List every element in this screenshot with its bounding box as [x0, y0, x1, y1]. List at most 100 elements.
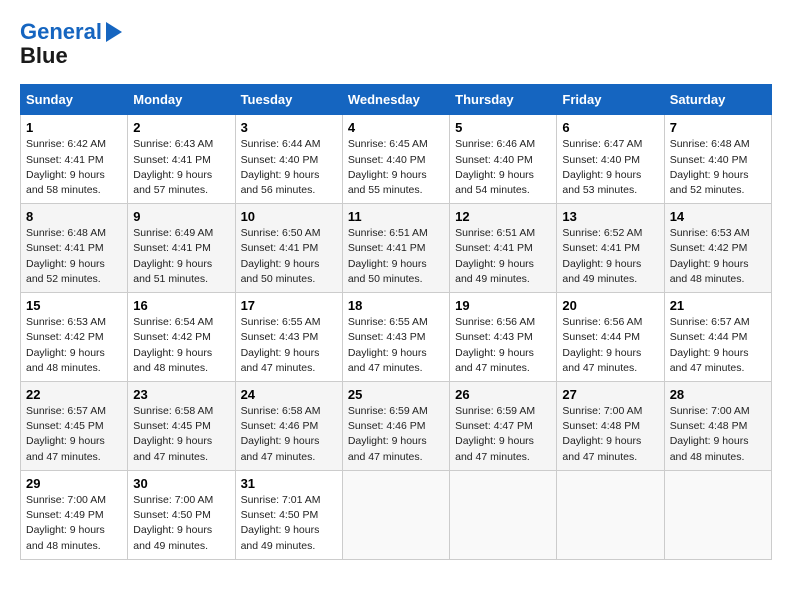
day-info: Sunrise: 6:58 AMSunset: 4:45 PMDaylight:… — [133, 405, 213, 463]
calendar-cell: 22 Sunrise: 6:57 AMSunset: 4:45 PMDaylig… — [21, 382, 128, 471]
day-info: Sunrise: 7:01 AMSunset: 4:50 PMDaylight:… — [241, 494, 321, 552]
calendar-cell — [557, 470, 664, 559]
calendar-week-3: 15 Sunrise: 6:53 AMSunset: 4:42 PMDaylig… — [21, 293, 772, 382]
calendar-cell: 23 Sunrise: 6:58 AMSunset: 4:45 PMDaylig… — [128, 382, 235, 471]
calendar-cell: 27 Sunrise: 7:00 AMSunset: 4:48 PMDaylig… — [557, 382, 664, 471]
day-number: 19 — [455, 298, 551, 313]
day-info: Sunrise: 6:57 AMSunset: 4:45 PMDaylight:… — [26, 405, 106, 463]
calendar-cell: 7 Sunrise: 6:48 AMSunset: 4:40 PMDayligh… — [664, 115, 771, 204]
day-number: 20 — [562, 298, 658, 313]
day-info: Sunrise: 7:00 AMSunset: 4:48 PMDaylight:… — [562, 405, 642, 463]
calendar-cell: 4 Sunrise: 6:45 AMSunset: 4:40 PMDayligh… — [342, 115, 449, 204]
day-info: Sunrise: 6:55 AMSunset: 4:43 PMDaylight:… — [241, 316, 321, 374]
day-info: Sunrise: 6:43 AMSunset: 4:41 PMDaylight:… — [133, 138, 213, 196]
day-number: 14 — [670, 209, 766, 224]
calendar-week-1: 1 Sunrise: 6:42 AMSunset: 4:41 PMDayligh… — [21, 115, 772, 204]
day-info: Sunrise: 6:42 AMSunset: 4:41 PMDaylight:… — [26, 138, 106, 196]
day-info: Sunrise: 6:56 AMSunset: 4:43 PMDaylight:… — [455, 316, 535, 374]
calendar-cell: 16 Sunrise: 6:54 AMSunset: 4:42 PMDaylig… — [128, 293, 235, 382]
logo: General Blue — [20, 20, 122, 68]
weekday-header-monday: Monday — [128, 85, 235, 115]
day-number: 2 — [133, 120, 229, 135]
day-number: 9 — [133, 209, 229, 224]
day-info: Sunrise: 6:53 AMSunset: 4:42 PMDaylight:… — [670, 227, 750, 285]
day-info: Sunrise: 6:56 AMSunset: 4:44 PMDaylight:… — [562, 316, 642, 374]
day-number: 12 — [455, 209, 551, 224]
day-number: 3 — [241, 120, 337, 135]
day-info: Sunrise: 6:58 AMSunset: 4:46 PMDaylight:… — [241, 405, 321, 463]
day-number: 13 — [562, 209, 658, 224]
day-number: 6 — [562, 120, 658, 135]
day-info: Sunrise: 6:51 AMSunset: 4:41 PMDaylight:… — [455, 227, 535, 285]
day-number: 27 — [562, 387, 658, 402]
page-header: General Blue — [20, 20, 772, 68]
calendar-cell: 15 Sunrise: 6:53 AMSunset: 4:42 PMDaylig… — [21, 293, 128, 382]
calendar-cell: 3 Sunrise: 6:44 AMSunset: 4:40 PMDayligh… — [235, 115, 342, 204]
day-info: Sunrise: 6:46 AMSunset: 4:40 PMDaylight:… — [455, 138, 535, 196]
calendar-cell: 11 Sunrise: 6:51 AMSunset: 4:41 PMDaylig… — [342, 204, 449, 293]
day-number: 7 — [670, 120, 766, 135]
calendar-cell: 1 Sunrise: 6:42 AMSunset: 4:41 PMDayligh… — [21, 115, 128, 204]
weekday-header-saturday: Saturday — [664, 85, 771, 115]
day-number: 16 — [133, 298, 229, 313]
day-info: Sunrise: 6:53 AMSunset: 4:42 PMDaylight:… — [26, 316, 106, 374]
day-info: Sunrise: 6:52 AMSunset: 4:41 PMDaylight:… — [562, 227, 642, 285]
day-number: 29 — [26, 476, 122, 491]
day-info: Sunrise: 6:49 AMSunset: 4:41 PMDaylight:… — [133, 227, 213, 285]
day-info: Sunrise: 6:50 AMSunset: 4:41 PMDaylight:… — [241, 227, 321, 285]
weekday-header-sunday: Sunday — [21, 85, 128, 115]
calendar-cell: 20 Sunrise: 6:56 AMSunset: 4:44 PMDaylig… — [557, 293, 664, 382]
calendar-cell: 8 Sunrise: 6:48 AMSunset: 4:41 PMDayligh… — [21, 204, 128, 293]
day-info: Sunrise: 7:00 AMSunset: 4:50 PMDaylight:… — [133, 494, 213, 552]
calendar-cell — [342, 470, 449, 559]
calendar-cell — [664, 470, 771, 559]
calendar-week-5: 29 Sunrise: 7:00 AMSunset: 4:49 PMDaylig… — [21, 470, 772, 559]
day-info: Sunrise: 6:45 AMSunset: 4:40 PMDaylight:… — [348, 138, 428, 196]
calendar-header-row: SundayMondayTuesdayWednesdayThursdayFrid… — [21, 85, 772, 115]
calendar-cell: 2 Sunrise: 6:43 AMSunset: 4:41 PMDayligh… — [128, 115, 235, 204]
day-number: 18 — [348, 298, 444, 313]
calendar-cell: 12 Sunrise: 6:51 AMSunset: 4:41 PMDaylig… — [450, 204, 557, 293]
day-info: Sunrise: 6:59 AMSunset: 4:46 PMDaylight:… — [348, 405, 428, 463]
day-number: 4 — [348, 120, 444, 135]
day-info: Sunrise: 6:55 AMSunset: 4:43 PMDaylight:… — [348, 316, 428, 374]
day-number: 25 — [348, 387, 444, 402]
calendar-cell — [450, 470, 557, 559]
logo-arrow-icon — [106, 22, 122, 42]
calendar-cell: 14 Sunrise: 6:53 AMSunset: 4:42 PMDaylig… — [664, 204, 771, 293]
calendar-cell: 26 Sunrise: 6:59 AMSunset: 4:47 PMDaylig… — [450, 382, 557, 471]
day-info: Sunrise: 7:00 AMSunset: 4:48 PMDaylight:… — [670, 405, 750, 463]
day-number: 5 — [455, 120, 551, 135]
day-number: 11 — [348, 209, 444, 224]
calendar-cell: 13 Sunrise: 6:52 AMSunset: 4:41 PMDaylig… — [557, 204, 664, 293]
calendar-cell: 9 Sunrise: 6:49 AMSunset: 4:41 PMDayligh… — [128, 204, 235, 293]
day-info: Sunrise: 6:59 AMSunset: 4:47 PMDaylight:… — [455, 405, 535, 463]
calendar-cell: 30 Sunrise: 7:00 AMSunset: 4:50 PMDaylig… — [128, 470, 235, 559]
weekday-header-thursday: Thursday — [450, 85, 557, 115]
day-number: 30 — [133, 476, 229, 491]
calendar-table: SundayMondayTuesdayWednesdayThursdayFrid… — [20, 84, 772, 559]
day-info: Sunrise: 6:54 AMSunset: 4:42 PMDaylight:… — [133, 316, 213, 374]
weekday-header-tuesday: Tuesday — [235, 85, 342, 115]
day-number: 31 — [241, 476, 337, 491]
day-number: 21 — [670, 298, 766, 313]
calendar-week-4: 22 Sunrise: 6:57 AMSunset: 4:45 PMDaylig… — [21, 382, 772, 471]
day-number: 26 — [455, 387, 551, 402]
day-number: 23 — [133, 387, 229, 402]
day-number: 10 — [241, 209, 337, 224]
day-number: 1 — [26, 120, 122, 135]
day-info: Sunrise: 6:48 AMSunset: 4:41 PMDaylight:… — [26, 227, 106, 285]
day-number: 28 — [670, 387, 766, 402]
calendar-cell: 29 Sunrise: 7:00 AMSunset: 4:49 PMDaylig… — [21, 470, 128, 559]
calendar-week-2: 8 Sunrise: 6:48 AMSunset: 4:41 PMDayligh… — [21, 204, 772, 293]
calendar-cell: 17 Sunrise: 6:55 AMSunset: 4:43 PMDaylig… — [235, 293, 342, 382]
calendar-cell: 18 Sunrise: 6:55 AMSunset: 4:43 PMDaylig… — [342, 293, 449, 382]
calendar-cell: 21 Sunrise: 6:57 AMSunset: 4:44 PMDaylig… — [664, 293, 771, 382]
day-number: 8 — [26, 209, 122, 224]
calendar-cell: 5 Sunrise: 6:46 AMSunset: 4:40 PMDayligh… — [450, 115, 557, 204]
day-number: 17 — [241, 298, 337, 313]
logo-text: General — [20, 20, 102, 44]
day-info: Sunrise: 6:47 AMSunset: 4:40 PMDaylight:… — [562, 138, 642, 196]
calendar-cell: 10 Sunrise: 6:50 AMSunset: 4:41 PMDaylig… — [235, 204, 342, 293]
day-number: 22 — [26, 387, 122, 402]
